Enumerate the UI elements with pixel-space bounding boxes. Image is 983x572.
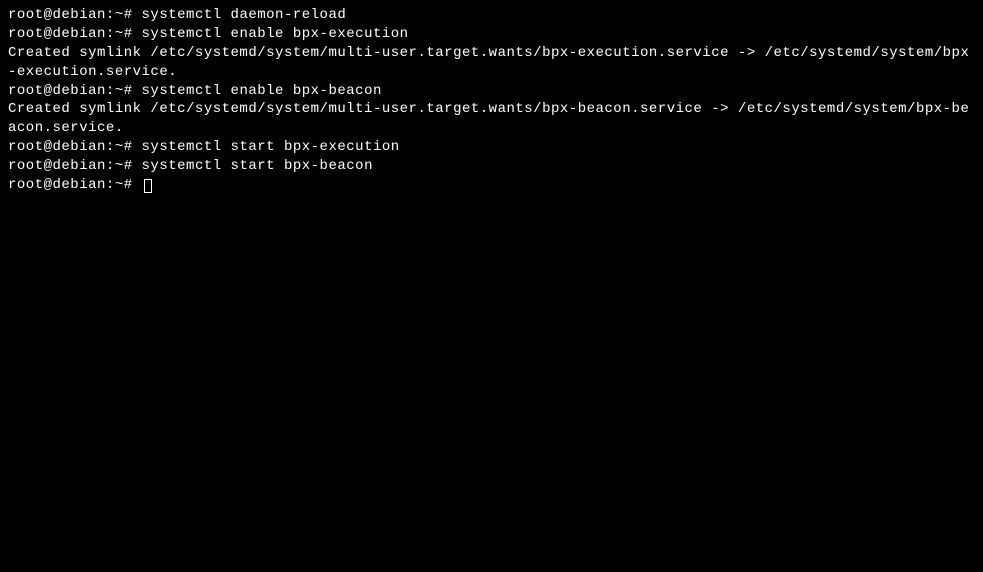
command-text: systemctl daemon-reload [142,7,347,23]
shell-prompt: root@debian:~# [8,26,142,42]
output-text: Created symlink /etc/systemd/system/mult… [8,101,969,136]
command-text: systemctl enable bpx-execution [142,26,409,42]
command-text: systemctl start bpx-beacon [142,158,373,174]
command-text: systemctl enable bpx-beacon [142,83,382,99]
terminal-line: Created symlink /etc/systemd/system/mult… [8,100,975,138]
shell-prompt: root@debian:~# [8,139,142,155]
terminal-output[interactable]: root@debian:~# systemctl daemon-reloadro… [8,6,975,195]
terminal-line: root@debian:~# systemctl enable bpx-beac… [8,82,975,101]
shell-prompt: root@debian:~# [8,83,142,99]
output-text: Created symlink /etc/systemd/system/mult… [8,45,969,80]
terminal-line: root@debian:~# systemctl enable bpx-exec… [8,25,975,44]
terminal-line: root@debian:~# [8,176,975,195]
shell-prompt: root@debian:~# [8,177,142,193]
terminal-line: root@debian:~# systemctl daemon-reload [8,6,975,25]
shell-prompt: root@debian:~# [8,7,142,23]
terminal-line: Created symlink /etc/systemd/system/mult… [8,44,975,82]
cursor-icon [144,179,152,193]
shell-prompt: root@debian:~# [8,158,142,174]
command-text: systemctl start bpx-execution [142,139,400,155]
terminal-line: root@debian:~# systemctl start bpx-beaco… [8,157,975,176]
terminal-line: root@debian:~# systemctl start bpx-execu… [8,138,975,157]
